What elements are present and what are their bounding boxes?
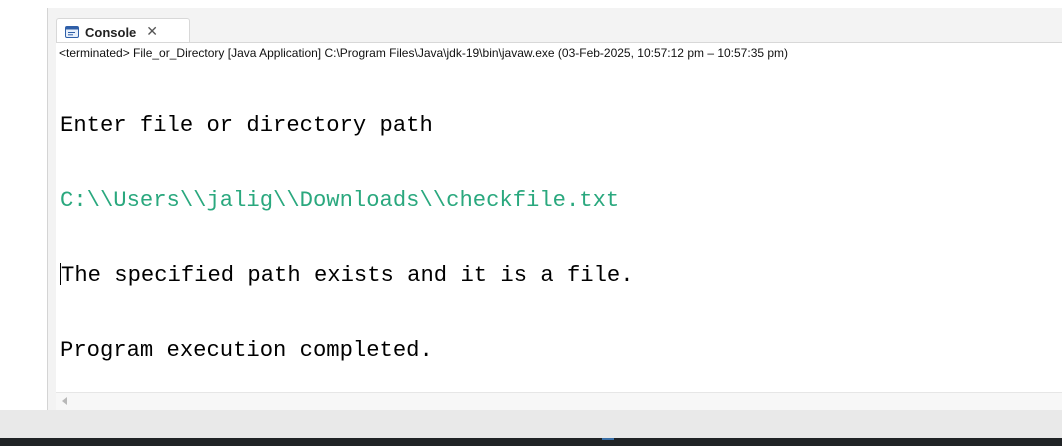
process-status-line: <terminated> File_or_Directory [Java App…	[59, 46, 789, 60]
output-line-result-text: The specified path exists and it is a fi…	[61, 263, 634, 288]
output-line-completed: Program execution completed.	[60, 338, 433, 363]
output-line-prompt: Enter file or directory path	[60, 113, 433, 138]
window-bottom-border	[0, 410, 1062, 438]
console-tab-bar: Console ✕	[56, 18, 1062, 45]
scroll-left-arrow-icon[interactable]	[62, 397, 67, 405]
tab-console[interactable]: Console ✕	[56, 18, 190, 45]
tab-console-label: Console	[85, 24, 137, 40]
console-output[interactable]: Enter file or directory path C:\\Users\\…	[60, 63, 634, 413]
horizontal-scrollbar[interactable]	[56, 392, 1062, 411]
console-content[interactable]: <terminated> File_or_Directory [Java App…	[56, 42, 1062, 411]
output-line-user-input: C:\\Users\\jalig\\Downloads\\checkfile.t…	[60, 188, 620, 213]
window-left-edge	[0, 0, 12, 446]
taskbar-accent	[602, 438, 614, 440]
output-line-result: The specified path exists and it is a fi…	[60, 263, 634, 288]
console-icon	[65, 26, 79, 38]
close-icon[interactable]: ✕	[146, 25, 158, 39]
editor-top-fragment	[0, 0, 1062, 8]
taskbar	[0, 438, 1062, 446]
